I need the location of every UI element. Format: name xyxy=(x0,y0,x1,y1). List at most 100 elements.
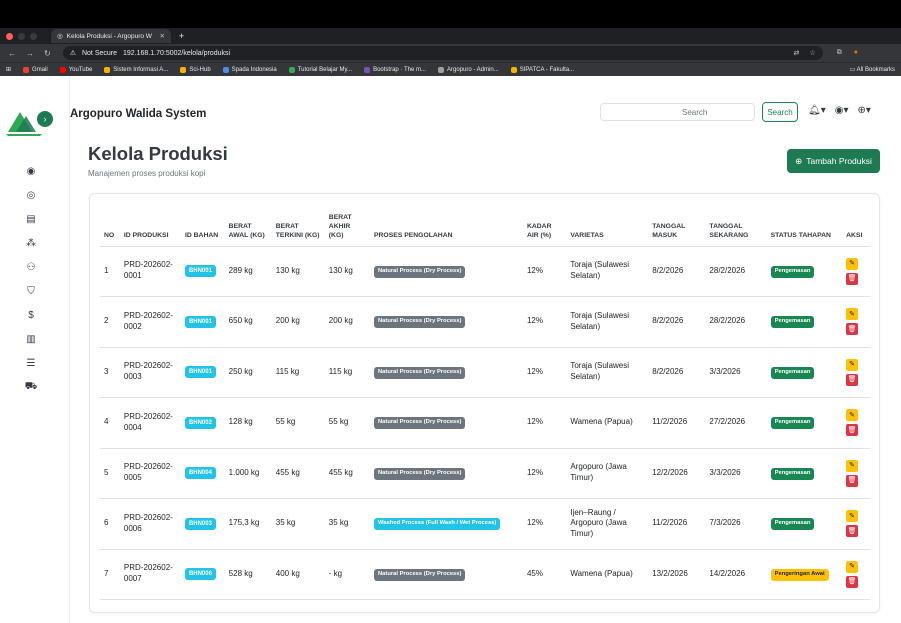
minimize-window-button[interactable] xyxy=(18,32,25,40)
cell-kadar-air: 12% xyxy=(522,397,567,449)
close-icon[interactable]: ✕ xyxy=(160,32,165,40)
bookmark-spada[interactable]: Spada Indonesia xyxy=(217,66,283,73)
bookmarks-bar: ⊞ Gmail YouTube Sistem Informasi A... Sc… xyxy=(0,62,901,76)
edit-button[interactable]: ✎ xyxy=(846,510,859,523)
forward-icon[interactable]: → xyxy=(26,49,34,58)
bookmark-sipatca[interactable]: SIPATCA - Fakulta... xyxy=(505,66,580,73)
cell-no: 2 xyxy=(100,296,120,348)
delete-button[interactable]: 🗑︎ xyxy=(846,424,859,437)
sidebar-item-bahan[interactable]: ▤ xyxy=(24,213,38,225)
status-badge: Pengemasan xyxy=(770,316,815,329)
delete-button[interactable]: 🗑︎ xyxy=(846,272,859,285)
app-header: Argopuro Walida System Search Search 🔔︎▾… xyxy=(70,100,901,128)
user-menu-icon[interactable]: ◉▾ xyxy=(835,105,849,116)
new-tab-button[interactable]: + xyxy=(179,31,184,41)
edit-button[interactable]: ✎ xyxy=(846,459,859,472)
search-input[interactable]: Search xyxy=(600,103,755,121)
cell-berat-awal: 528 kg xyxy=(224,549,272,600)
app-title: Argopuro Walida System xyxy=(70,108,207,120)
bookmark-scihub[interactable]: Sci-Hub xyxy=(174,66,216,73)
edit-button[interactable]: ✎ xyxy=(846,308,859,321)
cell-id-bahan: BHN002 xyxy=(180,397,225,449)
sidebar-item-finance[interactable]: $ xyxy=(24,309,38,321)
bookmark-gmail[interactable]: Gmail xyxy=(17,66,54,73)
delete-button[interactable]: 🗑︎ xyxy=(846,373,859,386)
cell-aksi: ✎ 🗑︎ xyxy=(842,498,870,550)
proses-badge: Washed Process (Full Wash / Wet Process) xyxy=(373,518,501,531)
language-globe-icon[interactable]: ⊕▾ xyxy=(857,105,870,116)
status-badge: Pengemasan xyxy=(770,467,815,480)
sidebar-item-profile[interactable]: ◉ xyxy=(24,165,38,177)
cell-id-produksi: PRD-202602-0005 xyxy=(119,448,181,499)
browser-tab[interactable]: ◎ Kelola Produksi - Argopuro W ✕ xyxy=(51,29,171,43)
bookmark-star-icon[interactable]: ☆ xyxy=(809,49,815,57)
target-icon: ◎ xyxy=(26,189,36,201)
cell-id-bahan: BHN006 xyxy=(180,549,225,600)
bookmark-tutorial[interactable]: Tutorial Belajar My... xyxy=(283,66,358,73)
search-button[interactable]: Search xyxy=(762,102,798,122)
all-bookmarks[interactable]: ▭ All Bookmarks xyxy=(850,66,901,73)
sidebar-item-stock[interactable]: ☰ xyxy=(24,357,38,369)
sidebar-item-dashboard[interactable]: ◎ xyxy=(24,189,38,201)
warning-icon: ⚠ xyxy=(69,50,76,57)
back-icon[interactable]: ← xyxy=(8,49,16,58)
delete-button[interactable]: 🗑︎ xyxy=(846,323,859,336)
page-header: Kelola Produksi Manajemen proses produks… xyxy=(88,143,228,178)
extensions-icon[interactable]: ⧉ xyxy=(837,49,842,57)
cell-id-produksi: PRD-202602-0003 xyxy=(119,347,181,398)
bookmark-argopuro-admin[interactable]: Argopuro - Admin... xyxy=(432,66,505,73)
bahan-badge: BHN003 xyxy=(184,517,216,530)
column-header: BERAT AWAL (KG) xyxy=(224,204,272,247)
column-header: BERAT AKHIR (KG) xyxy=(324,204,370,247)
cell-tanggal-sekarang: 3/3/2026 xyxy=(705,347,767,398)
proses-badge: Natural Process (Dry Process) xyxy=(373,568,466,581)
globe-icon: ◎ xyxy=(57,33,63,40)
cell-berat-terkini: 130 kg xyxy=(271,246,325,297)
column-header: ID BAHAN xyxy=(180,204,225,247)
column-header: TANGGAL MASUK xyxy=(648,204,706,247)
database-icon: ☰ xyxy=(26,357,36,369)
profile-icon[interactable]: ● xyxy=(854,49,858,57)
sidebar-toggle-button[interactable]: › xyxy=(37,111,53,127)
edit-button[interactable]: ✎ xyxy=(846,409,859,422)
cell-tanggal-masuk: 8/2/2026 xyxy=(648,347,706,398)
edit-button[interactable]: ✎ xyxy=(846,358,859,371)
cell-aksi: ✎ 🗑︎ xyxy=(842,448,870,499)
column-header: VARIETAS xyxy=(566,204,649,247)
edit-icon: ✎ xyxy=(849,512,856,520)
bell-icon[interactable]: 🔔︎▾ xyxy=(808,105,826,116)
bookmark-sistem-informasi[interactable]: Sistem Informasi A... xyxy=(98,66,174,73)
apps-icon[interactable]: ⊞ xyxy=(0,66,17,73)
bookmark-youtube[interactable]: YouTube xyxy=(54,66,99,73)
cell-id-bahan: BHN003 xyxy=(180,498,225,550)
cell-tanggal-sekarang: 3/3/2026 xyxy=(705,448,767,499)
translate-icon[interactable]: ⇄ xyxy=(794,49,800,57)
cell-berat-awal: 250 kg xyxy=(224,347,272,398)
cell-varietas: Argopuro (Jawa Timur) xyxy=(566,448,649,499)
cell-aksi: ✎ 🗑︎ xyxy=(842,397,870,449)
cell-berat-awal: 175,3 kg xyxy=(224,498,272,550)
delete-button[interactable]: 🗑︎ xyxy=(846,575,859,588)
add-produksi-button[interactable]: ⊕ Tambah Produksi xyxy=(787,149,880,173)
delete-button[interactable]: 🗑︎ xyxy=(846,474,859,487)
sidebar-item-sales[interactable]: ⛟ xyxy=(24,381,38,393)
url-field[interactable]: ⚠ Not Secure 192.168.1.70:5002/kelola/pr… xyxy=(62,46,823,60)
sidebar-item-report[interactable]: ▥ xyxy=(24,333,38,345)
cell-no: 3 xyxy=(100,347,120,398)
delete-button[interactable]: 🗑︎ xyxy=(846,525,859,538)
bookmark-bootstrap[interactable]: Bootstrap · The m... xyxy=(358,66,432,73)
sidebar-item-produksi[interactable]: ⁂ xyxy=(24,237,38,249)
cell-status: Pengemasan xyxy=(766,498,843,550)
maximize-window-button[interactable] xyxy=(30,32,37,40)
cell-kadar-air: 12% xyxy=(522,246,567,297)
cell-varietas: Wamena (Papua) xyxy=(566,397,649,449)
cell-status: Pengemasan xyxy=(766,246,843,297)
sidebar-item-users[interactable]: ⚇ xyxy=(24,261,38,273)
edit-button[interactable]: ✎ xyxy=(846,257,859,270)
sidebar-item-quality[interactable]: ⛉ xyxy=(24,285,38,297)
cell-berat-awal: 289 kg xyxy=(224,246,272,297)
reload-icon[interactable]: ↻ xyxy=(44,49,51,58)
close-window-button[interactable] xyxy=(6,32,13,40)
column-header: PROSES PENGOLAHAN xyxy=(369,204,523,247)
edit-button[interactable]: ✎ xyxy=(846,560,859,573)
